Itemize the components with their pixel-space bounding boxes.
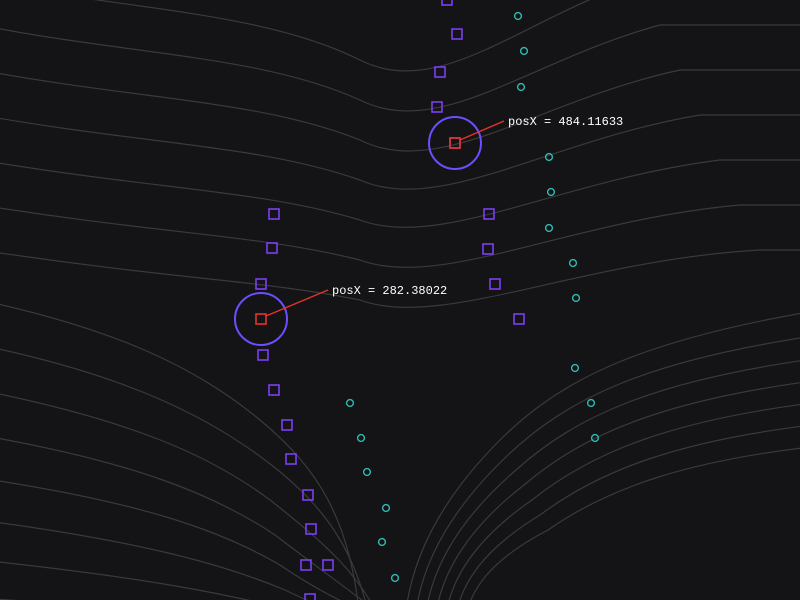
data-point-square[interactable] (305, 594, 315, 600)
leader-line (266, 290, 328, 316)
data-point-circle[interactable] (521, 48, 528, 55)
data-point-circle[interactable] (379, 539, 386, 546)
contour-line (405, 310, 800, 600)
data-point-square[interactable] (306, 524, 316, 534)
tooltip-label: posX = 282.38022 (332, 284, 447, 298)
data-point-circle[interactable] (588, 400, 595, 407)
highlight-marker[interactable]: posX = 282.38022 (235, 284, 447, 345)
highlight-marker[interactable]: posX = 484.11633 (429, 115, 623, 169)
contour-line (415, 335, 800, 600)
tooltip-label: posX = 484.11633 (508, 115, 623, 129)
contour-line (465, 446, 800, 600)
highlight-ring (235, 293, 287, 345)
contour-line (0, 0, 800, 71)
data-point-square[interactable] (452, 29, 462, 39)
data-point-square[interactable] (490, 279, 500, 289)
data-point-circle[interactable] (383, 505, 390, 512)
data-point-circle[interactable] (392, 575, 399, 582)
data-point-square[interactable] (442, 0, 452, 5)
highlight-ring (429, 117, 481, 169)
data-point-circle[interactable] (364, 469, 371, 476)
data-point-square[interactable] (267, 243, 277, 253)
contour-layer (0, 0, 800, 600)
contour-line (0, 25, 800, 111)
data-point-circle[interactable] (548, 189, 555, 196)
data-point-circle[interactable] (515, 13, 522, 20)
data-point-square[interactable] (269, 385, 279, 395)
data-point-square[interactable] (282, 420, 292, 430)
contour-line (455, 424, 800, 600)
highlight-core-square (256, 314, 266, 324)
data-point-circle[interactable] (570, 260, 577, 267)
data-point-square[interactable] (514, 314, 524, 324)
contour-line (0, 478, 395, 600)
data-point-circle[interactable] (358, 435, 365, 442)
data-point-square[interactable] (483, 244, 493, 254)
data-point-circle[interactable] (573, 295, 580, 302)
data-point-circle[interactable] (347, 400, 354, 407)
data-point-square[interactable] (286, 454, 296, 464)
purple-squares-layer (256, 0, 524, 600)
viewport[interactable]: posX = 484.11633 posX = 282.38022 (0, 0, 800, 600)
data-point-circle[interactable] (518, 84, 525, 91)
data-point-square[interactable] (258, 350, 268, 360)
contour-line (0, 520, 400, 600)
data-point-square[interactable] (269, 209, 279, 219)
data-point-square[interactable] (435, 67, 445, 77)
contour-line (0, 435, 388, 600)
contour-line (0, 160, 800, 227)
data-point-circle[interactable] (546, 154, 553, 161)
data-point-circle[interactable] (546, 225, 553, 232)
contour-line (445, 402, 800, 600)
contour-line (0, 345, 370, 600)
data-point-square[interactable] (323, 560, 333, 570)
data-point-circle[interactable] (572, 365, 579, 372)
contour-line (0, 250, 800, 307)
contour-line (0, 115, 800, 189)
